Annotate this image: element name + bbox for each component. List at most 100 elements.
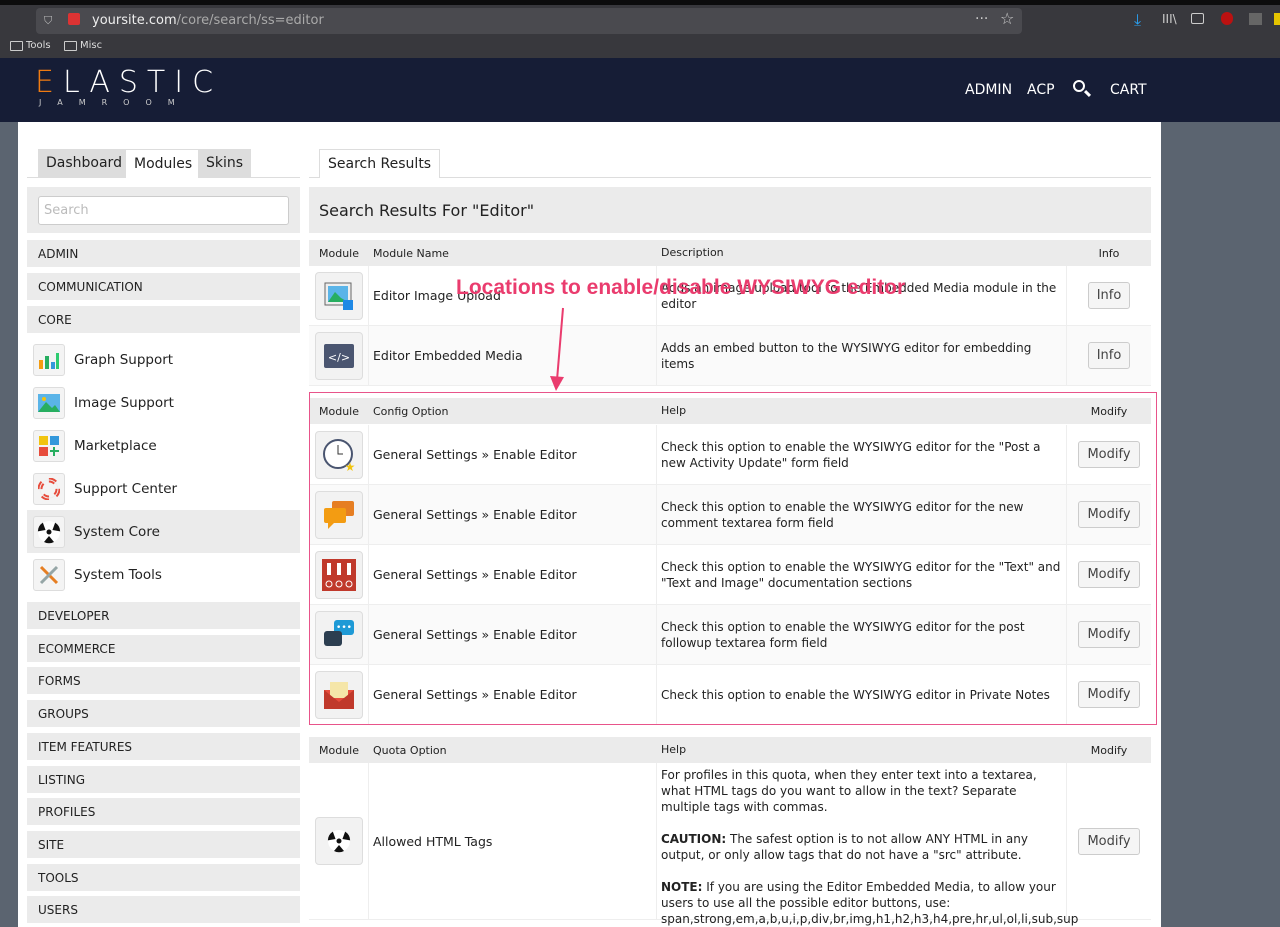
sidebar-module-label: Support Center [74, 480, 178, 497]
column-header: Info [1098, 246, 1120, 260]
quota-help-caution: CAUTION: The safest option is to not all… [661, 831, 1062, 863]
url-path: /core/search/ss=editor [176, 13, 324, 28]
sidebar-module-image-support[interactable]: Image Support [27, 381, 300, 424]
column-header: Help [661, 743, 687, 756]
sidebar-search-input[interactable]: Search [38, 196, 289, 225]
radiation-icon [33, 515, 65, 548]
bookmark-tools[interactable]: Tools [10, 40, 51, 51]
lifebuoy-icon [33, 472, 65, 505]
sidebar-category-developer[interactable]: DEVELOPER [27, 602, 300, 629]
url-text[interactable]: yoursite.com/core/search/ss=editor [92, 13, 324, 28]
annotation-text: Locations to enable/disable WYSIWYG edit… [456, 276, 906, 299]
tab-strip [0, 0, 1280, 5]
extension-icon[interactable] [1249, 13, 1262, 25]
tools-icon [33, 558, 65, 591]
sidebar-module-label: Marketplace [74, 437, 157, 454]
row-help: Adds an embed button to the WYSIWYG edit… [657, 326, 1067, 385]
folder-icon [64, 40, 77, 51]
info-button[interactable]: Info [1087, 342, 1131, 369]
nav-admin[interactable]: ADMIN [965, 82, 1012, 98]
row-action-cell: Info [1067, 266, 1151, 325]
note-text: If you are using the Editor Embedded Med… [661, 880, 1056, 910]
nav-acp[interactable]: ACP [1027, 82, 1055, 98]
bookmark-label: Misc [80, 40, 103, 51]
column-header: Quota Option [373, 743, 447, 757]
sidebar-category-communication[interactable]: COMMUNICATION [27, 273, 300, 300]
sidebar-module-label: System Core [74, 523, 160, 540]
page-title: Search Results For "Editor" [309, 187, 1151, 233]
row-name: Editor Embedded Media [369, 326, 657, 385]
sidebar-category-site[interactable]: SITE [27, 830, 300, 858]
sidebar-module-system-tools[interactable]: System Tools [27, 553, 300, 596]
tab-dashboard[interactable]: Dashboard [38, 149, 130, 178]
bar-chart-icon [33, 343, 65, 376]
shield-icon: ⛉ [44, 14, 53, 27]
tab-skins[interactable]: Skins [198, 149, 252, 178]
sidebar-category-core[interactable]: CORE [27, 306, 300, 333]
table-row: Allowed HTML Tags For profiles in this qu… [309, 763, 1151, 926]
radiation-icon [314, 817, 363, 865]
bookmark-label: Tools [26, 40, 51, 51]
sidebar-module-label: System Tools [74, 566, 162, 583]
quota-help-intro: For profiles in this quota, when they en… [661, 768, 1037, 814]
download-icon[interactable]: ⤓ [1134, 10, 1141, 30]
folder-icon [10, 40, 23, 51]
sidebar-category-ecommerce[interactable]: ECOMMERCE [27, 634, 300, 662]
modify-button[interactable]: Modify [1078, 827, 1140, 855]
logo[interactable]: ELASTIC JAMROOM [35, 68, 222, 108]
image-icon [33, 386, 65, 419]
code-icon: </> [314, 331, 363, 380]
bookmark-misc[interactable]: Misc [64, 40, 102, 51]
sidebar-module-marketplace[interactable]: Marketplace [27, 424, 300, 467]
sidebar-category-tools[interactable]: TOOLS [27, 863, 300, 891]
tab-modules[interactable]: Modules [125, 149, 202, 178]
library-icon[interactable]: III\ [1162, 12, 1177, 26]
row-help: For profiles in this quota, when they en… [657, 763, 1078, 926]
row-name: Allowed HTML Tags [369, 763, 657, 919]
tab-search-results[interactable]: Search Results [319, 149, 441, 178]
allowed-tags: span,strong,em,a,b,u,i,p,div,br,img,h1,h… [661, 912, 1079, 926]
column-header: Modify [1090, 743, 1128, 757]
sidebar-category-listing[interactable]: LISTING [27, 765, 300, 793]
image-upload-icon [314, 271, 363, 320]
sidebar-category-users[interactable]: USERS [27, 896, 300, 924]
info-button[interactable]: Info [1087, 282, 1131, 309]
sidebar-module-label: Graph Support [74, 351, 174, 368]
note-label: NOTE: [661, 880, 703, 894]
column-header: Module [319, 743, 359, 757]
sidebar-module-label: Image Support [74, 394, 174, 411]
column-header: Module [319, 246, 359, 260]
more-icon[interactable]: ··· [975, 11, 988, 27]
quota-help-note: NOTE: If you are using the Editor Embedd… [661, 879, 1078, 927]
site-icon [68, 13, 80, 25]
sidebar-module-graph-support[interactable]: Graph Support [27, 338, 300, 381]
row-action-cell: Info [1067, 326, 1151, 385]
module-icon-cell [309, 266, 369, 325]
annotation-box [309, 392, 1157, 725]
url-domain: yoursite.com [92, 13, 177, 28]
nav-cart[interactable]: CART [1110, 82, 1147, 98]
table-header: Module Module Name Description Info [309, 240, 1151, 266]
column-header: Module Name [373, 246, 449, 260]
sidebar-module-system-core[interactable]: System Core [27, 510, 300, 553]
search-icon[interactable] [1073, 80, 1085, 92]
extension-icon-2[interactable] [1274, 13, 1280, 25]
module-icon-cell: </> [309, 326, 369, 385]
sidebar-category-groups[interactable]: GROUPS [27, 700, 300, 728]
grid-plus-icon [33, 429, 65, 462]
column-header: Description [661, 246, 724, 259]
sidebar-module-support-center[interactable]: Support Center [27, 467, 300, 510]
row-help-text: Adds an embed button to the WYSIWYG edit… [661, 340, 1032, 371]
caution-label: CAUTION: [661, 832, 727, 846]
sidebar-icon[interactable] [1191, 13, 1204, 24]
table-row: </> Editor Embedded Media Adds an embed bu… [309, 326, 1151, 386]
row-action-cell: Modify [1067, 763, 1151, 919]
sidebar-category-forms[interactable]: FORMS [27, 667, 300, 695]
sidebar-category-profiles[interactable]: PROFILES [27, 798, 300, 826]
ublock-icon[interactable] [1221, 12, 1233, 25]
annotation-arrow [550, 307, 564, 391]
sidebar-category-admin[interactable]: ADMIN [27, 240, 300, 267]
svg-text:</>: </> [327, 351, 349, 364]
sidebar-category-item-features[interactable]: ITEM FEATURES [27, 732, 300, 760]
star-icon[interactable]: ☆ [1000, 9, 1014, 28]
